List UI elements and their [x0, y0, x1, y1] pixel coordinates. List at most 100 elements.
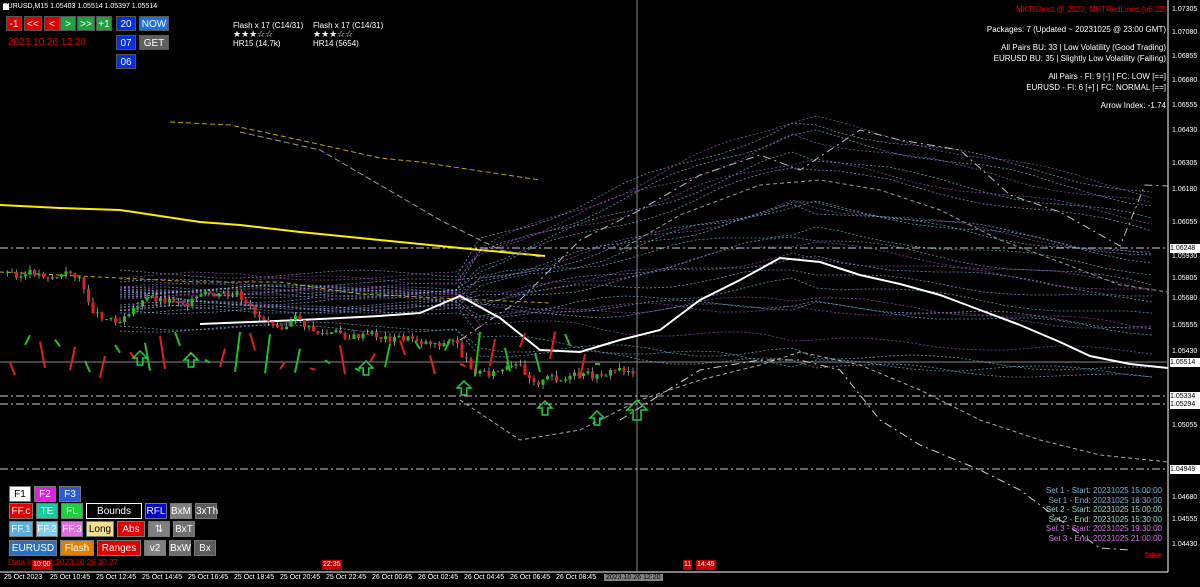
signal-dash: [219, 348, 226, 368]
signal-dash: [339, 345, 346, 375]
nav-back-button[interactable]: <: [44, 16, 60, 31]
candle-body: [87, 288, 90, 303]
signal-dash: [264, 334, 271, 374]
candle-body: [357, 334, 360, 339]
time-current-box: 2023.10.26 12:20: [604, 574, 663, 581]
all-pairs-fi: All Pairs - FI: 9 [-] | FC: LOW [==]: [1048, 72, 1166, 81]
panel-button-abs[interactable]: Abs: [117, 521, 145, 537]
candle-body: [456, 340, 459, 344]
candle-body: [348, 338, 351, 340]
get-button[interactable]: GET: [139, 35, 169, 50]
packages-text: Packages: 7 (Updated ~ 20231025 @ 23:00 …: [986, 25, 1166, 34]
period-07-button[interactable]: 07: [116, 35, 136, 50]
panel-button-fl[interactable]: FL: [61, 503, 83, 519]
panel-button-bxm[interactable]: BxM: [170, 503, 192, 519]
candle-body: [24, 274, 27, 277]
candle-body: [546, 376, 549, 380]
panel-button-flash[interactable]: Flash: [60, 540, 94, 556]
signal-dash: [324, 359, 331, 365]
time-label: 25 Oct 10:45: [50, 574, 91, 581]
panel-button-bx[interactable]: Bx: [194, 540, 216, 556]
indicator-title: MKTGhost @ 2023, MKTRedLines [v6.22]: [1016, 5, 1166, 14]
candle-body: [6, 271, 9, 273]
candle-body: [262, 317, 266, 320]
candle-body: [433, 342, 437, 345]
band-line: [120, 255, 1152, 306]
candle-body: [78, 277, 81, 279]
panel-button-3xth[interactable]: 3xTh: [195, 503, 218, 519]
nav-minus-one-button[interactable]: -1: [6, 16, 22, 31]
panel-button-f2[interactable]: F2: [34, 486, 56, 502]
panel-button-v2[interactable]: v2: [144, 540, 166, 556]
price-label: 1.05055: [1172, 422, 1198, 429]
panel-button-f1[interactable]: F1: [9, 486, 31, 502]
signal-dash: [39, 341, 46, 369]
candle-body: [123, 316, 126, 322]
time-tag: 11: [683, 560, 693, 570]
nav-forward-fast-button[interactable]: >>: [77, 16, 95, 31]
candle-body: [267, 319, 270, 322]
current-datetime: 2023.10.26 12:20: [8, 37, 86, 48]
time-label: 26 Oct 02:45: [418, 574, 459, 581]
nav-back-fast-button[interactable]: <<: [24, 16, 42, 31]
signal-dash: [69, 346, 76, 371]
period-20-button[interactable]: 20: [116, 16, 136, 31]
buy-arrow: [182, 351, 200, 368]
panel-button-ranges[interactable]: Ranges: [97, 540, 141, 556]
panel-button-ff1[interactable]: FF.1: [9, 521, 33, 537]
period-06-button[interactable]: 06: [116, 54, 136, 69]
time-label: 25 Oct 18:45: [234, 574, 275, 581]
candle-body: [366, 333, 369, 335]
buy-arrow: [588, 409, 606, 426]
price-label: 1.04680: [1172, 494, 1198, 501]
panel-button-long[interactable]: Long: [86, 521, 114, 537]
candle-body: [420, 341, 423, 345]
candle-body: [375, 332, 378, 338]
now-button[interactable]: NOW: [139, 16, 169, 31]
candle-body: [91, 302, 95, 314]
candle-body: [519, 364, 522, 366]
candle-body: [573, 372, 576, 376]
panel-button-te[interactable]: TE: [36, 503, 58, 519]
candle-body: [150, 296, 153, 298]
time-tag: 22:35: [322, 560, 342, 570]
candle-body: [258, 314, 261, 318]
panel-button-bounds[interactable]: Bounds: [86, 503, 142, 519]
price-chart[interactable]: [0, 0, 1200, 587]
panel-button-ff2[interactable]: FF.2: [36, 521, 58, 537]
nav-plus-one-button[interactable]: +1: [96, 16, 112, 31]
candle-body: [37, 273, 41, 276]
candle-body: [451, 340, 455, 342]
price-label: 1.06305: [1172, 160, 1198, 167]
candle-body: [523, 364, 527, 375]
candle-body: [555, 375, 558, 382]
panel-button-[interactable]: ⇅: [148, 521, 170, 537]
grey-upper-bound: [239, 131, 541, 258]
panel-button-eurusd[interactable]: EURUSD: [9, 540, 57, 556]
set-line-5: Set 3 - Start: 20231025 19:30:00: [1045, 524, 1162, 533]
panel-button-f3[interactable]: F3: [59, 486, 81, 502]
band-line: [119, 122, 1153, 279]
nav-forward-button[interactable]: >: [60, 16, 76, 31]
panel-button-bxt[interactable]: BxT: [173, 521, 195, 537]
price-label: 1.05555: [1172, 322, 1198, 329]
candle-body: [186, 303, 189, 307]
candle-body: [622, 368, 626, 372]
signal-dash: [24, 334, 31, 346]
set-line-3: Set 2 - Start: 20231025 15:00:00: [1045, 505, 1162, 514]
candle-body: [231, 294, 234, 296]
band-line: [119, 115, 1153, 292]
price-level-box: 1.04949: [1170, 465, 1200, 474]
panel-button-bxw[interactable]: BxW: [169, 540, 191, 556]
panel-button-ffc[interactable]: FF.c: [9, 503, 33, 519]
candle-body: [303, 319, 306, 328]
candle-body: [244, 299, 248, 304]
band-line: [119, 226, 1153, 288]
candle-body: [190, 298, 194, 307]
panel-button-ff3[interactable]: FF.3: [61, 521, 83, 537]
panel-button-rfl[interactable]: RFL: [145, 503, 167, 519]
candle-body: [384, 336, 387, 340]
candle-body: [42, 273, 45, 278]
signal-dash: [234, 331, 241, 373]
candle-body: [64, 271, 68, 275]
